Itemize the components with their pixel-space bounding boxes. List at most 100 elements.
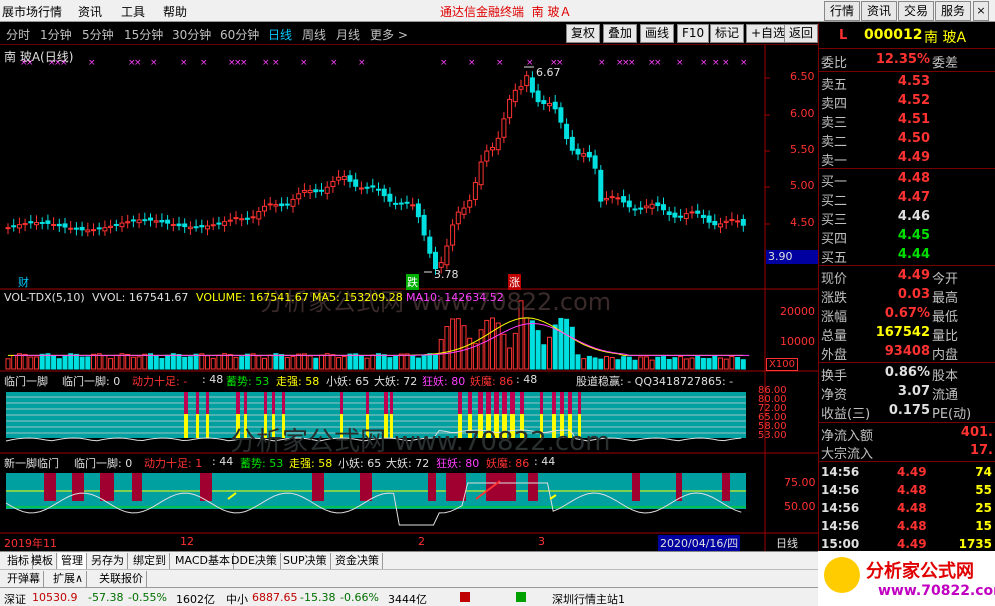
volume-bar <box>336 357 342 370</box>
candle <box>569 136 575 151</box>
weibi-row: 委比 12.35% 委差 <box>821 52 959 71</box>
service-button[interactable]: 服务 <box>935 1 972 21</box>
back-button[interactable]: 返回 <box>784 24 818 43</box>
tab-weekly[interactable]: 周线 <box>302 26 326 43</box>
overlay-button[interactable]: 叠加 <box>603 24 638 43</box>
sell-level: 卖一 4.49 <box>821 150 930 169</box>
ind1-name: 临门一脚 <box>4 375 48 388</box>
mark-button[interactable]: 标记 <box>710 24 745 43</box>
tab-15min[interactable]: 15分钟 <box>124 26 163 43</box>
candle <box>136 219 142 224</box>
tab-monthly[interactable]: 月线 <box>336 26 360 43</box>
candle <box>39 221 45 224</box>
tab-2[interactable]: 管理 <box>58 553 87 569</box>
ind1-f3: 蓄势: 53 <box>226 375 270 388</box>
volume-bar <box>615 359 621 370</box>
candle <box>102 227 108 232</box>
signal-marker: × <box>676 58 684 68</box>
tab-6[interactable]: DDE决策 <box>228 553 281 569</box>
menu-news[interactable]: 资讯 <box>78 3 102 20</box>
volume-bar <box>495 322 501 370</box>
f10-button[interactable]: F10 <box>677 24 710 43</box>
stat-row: 换手 0.86% 股本 <box>821 365 959 384</box>
tab-daily[interactable]: 日线 <box>268 26 292 43</box>
ind2-signal <box>446 473 466 501</box>
volume-bar <box>176 353 182 370</box>
tab-3[interactable]: 另存为 <box>88 553 128 569</box>
volume-bar <box>626 356 632 370</box>
candle <box>159 220 165 223</box>
volume-bar <box>404 353 410 370</box>
ind1-f4: 走强: 58 <box>276 375 320 388</box>
candle <box>51 223 57 226</box>
ma10-value: MA10: 142634.52 <box>406 291 504 304</box>
candle <box>296 193 302 200</box>
tab-intraday[interactable]: 分时 <box>6 26 30 43</box>
tab-5min[interactable]: 5分钟 <box>82 26 114 43</box>
tab2-0[interactable]: 开弹幕 <box>4 571 44 587</box>
tab2-1[interactable]: 扩展∧ <box>50 571 88 587</box>
tab2-2[interactable]: 关联报价 <box>96 571 147 587</box>
ind1-f8: 妖魔: 86 <box>470 375 514 388</box>
tab-1min[interactable]: 1分钟 <box>40 26 72 43</box>
chart-area[interactable]: × × × × × × × × × × × × × × × × × × × × × × × × × × × × × × × × × × × × 南 玻… <box>0 45 818 551</box>
candle <box>586 151 592 158</box>
candle <box>319 189 324 192</box>
sell-level: 卖三 4.51 <box>821 112 930 131</box>
ind1-signal <box>502 392 507 414</box>
ind1-signal <box>560 392 564 414</box>
quote-button[interactable]: 行情 <box>824 1 861 21</box>
candle <box>5 227 11 230</box>
ind1-signal <box>206 414 209 438</box>
tab-5[interactable]: MACD基本 <box>172 553 234 569</box>
candle <box>598 169 604 202</box>
menu-help[interactable]: 帮助 <box>163 3 187 20</box>
trade-button[interactable]: 交易 <box>898 1 935 21</box>
tab-4[interactable]: 绑定到 <box>130 553 170 569</box>
ind2-f3: 蓄势: 53 <box>240 457 284 470</box>
tab-8[interactable]: 资金决策 <box>332 553 383 569</box>
candle <box>387 193 393 202</box>
status-bar: 深证 10530.9 -57.38 -0.55% 1602亿 中小 6887.6… <box>0 587 818 606</box>
volume-bar <box>575 354 581 370</box>
stat-row: 收益(三) 0.175 PE(动) <box>821 403 972 422</box>
ma5-value: MA5: 153209.28 <box>312 291 403 304</box>
volume-bar <box>581 358 587 370</box>
finance-badge[interactable]: 财 <box>18 274 29 290</box>
candle <box>182 223 188 228</box>
tab-30min[interactable]: 30分钟 <box>172 26 211 43</box>
ind1-signal <box>340 392 343 414</box>
candle <box>148 217 153 221</box>
ind1-signal <box>184 392 188 414</box>
tab-7[interactable]: SUP决策 <box>280 553 331 569</box>
ind2-signal <box>632 473 640 501</box>
draw-button[interactable]: 画线 <box>640 24 675 43</box>
candle <box>518 86 524 90</box>
ind1-y-tick: 53.00 <box>758 430 787 441</box>
tab-1[interactable]: 模板 <box>28 553 57 569</box>
menu-market[interactable]: 展市场行情 <box>2 3 62 20</box>
candle <box>347 175 353 182</box>
tab-60min[interactable]: 60分钟 <box>220 26 259 43</box>
signal-marker: × <box>272 58 280 68</box>
volume-bar <box>586 355 592 370</box>
x-label: 12 <box>180 535 194 548</box>
candle <box>683 213 689 219</box>
close-icon[interactable]: × <box>973 1 989 21</box>
volume-bar <box>11 354 17 370</box>
candle <box>358 187 364 190</box>
news-button[interactable]: 资讯 <box>861 1 898 21</box>
ind1-signal <box>520 392 524 414</box>
candle <box>11 225 17 228</box>
tab-more[interactable]: 更多 > <box>370 26 408 43</box>
menu-tools[interactable]: 工具 <box>121 3 145 20</box>
adjust-button[interactable]: 复权 <box>566 24 601 43</box>
ind1-signal <box>196 392 199 414</box>
ind1-signal <box>390 392 393 414</box>
volume-bar <box>68 353 74 370</box>
volume-bar <box>376 353 381 370</box>
candle <box>410 204 416 207</box>
volume-bar <box>22 353 28 370</box>
volume-bar <box>56 358 62 370</box>
volume-bar <box>643 356 649 370</box>
